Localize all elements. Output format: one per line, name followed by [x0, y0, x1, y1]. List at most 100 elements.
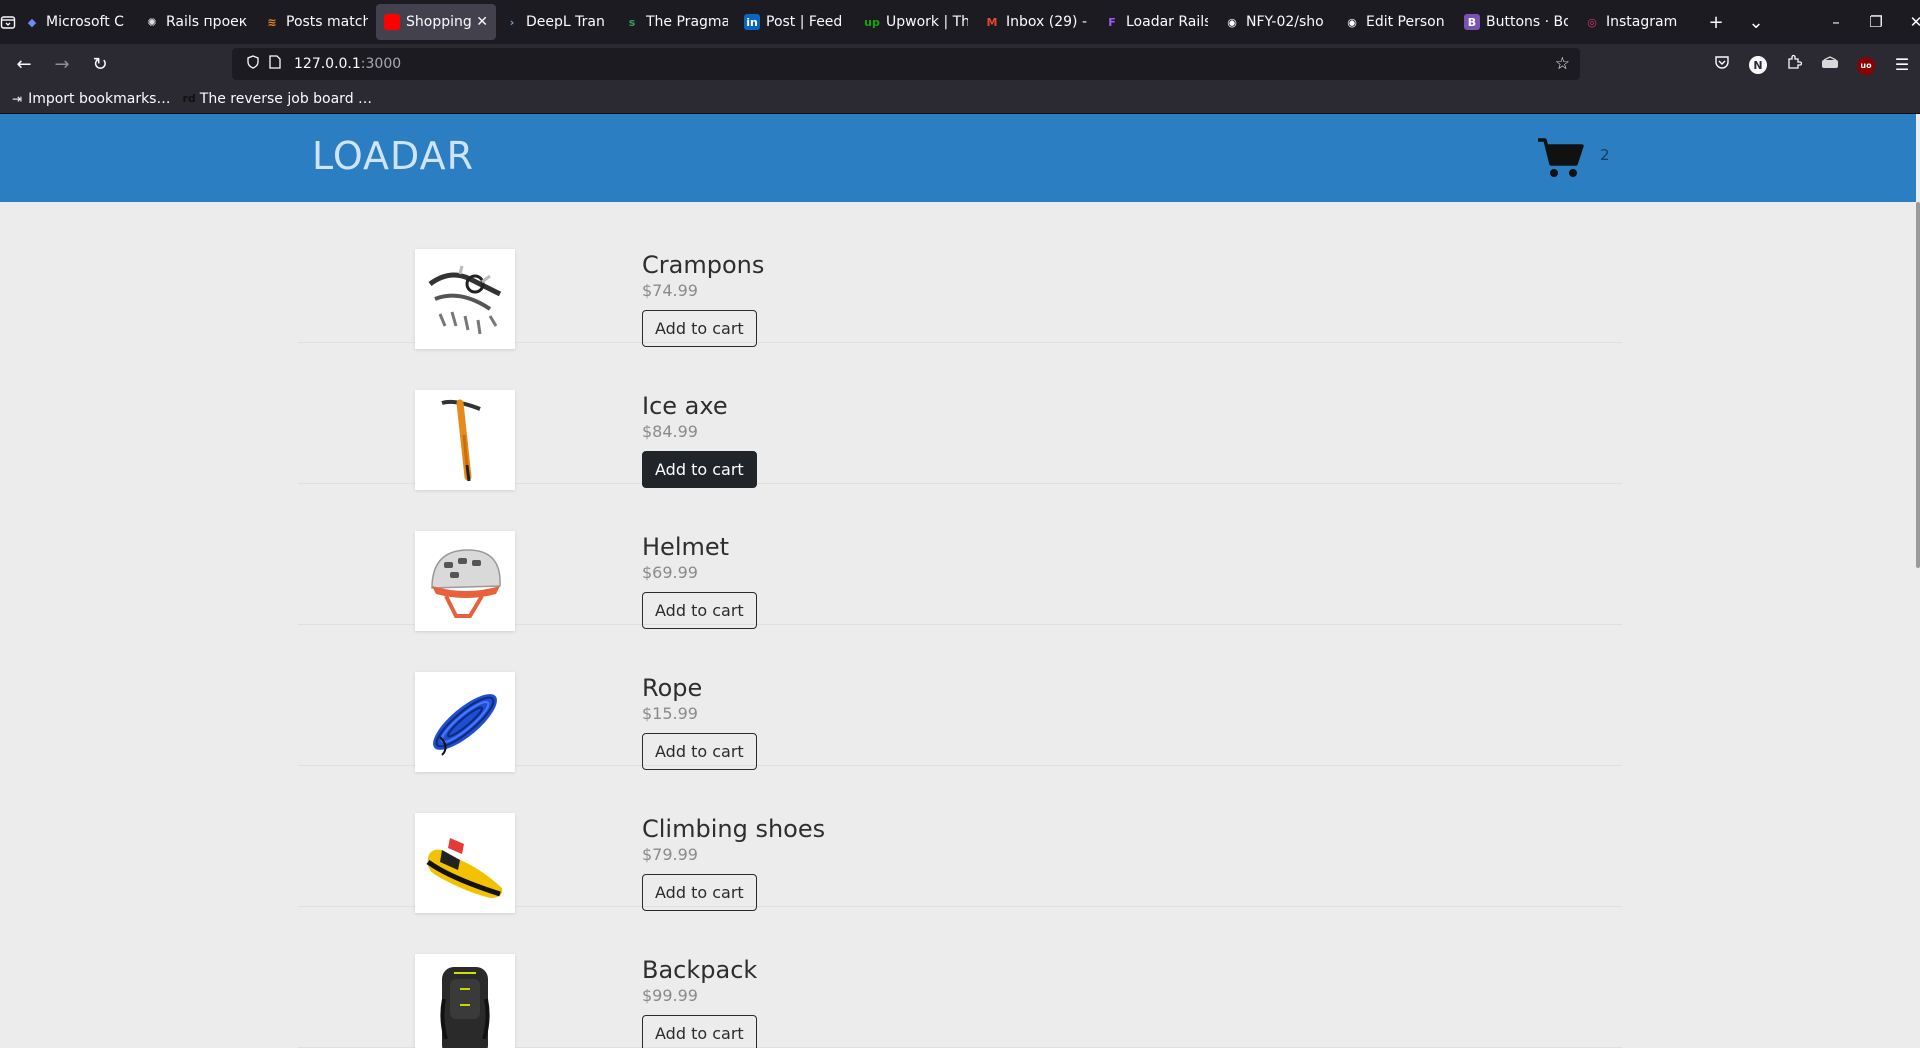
browser-tab[interactable]: ✺ Rails проек — [136, 4, 256, 40]
product-name: Helmet — [642, 533, 730, 561]
page-scrollbar[interactable] — [1916, 114, 1920, 1048]
restore-icon[interactable]: ❐ — [1856, 13, 1896, 31]
import-icon: ⇥ — [12, 91, 23, 106]
brand-logo[interactable]: LOADAR — [312, 134, 474, 178]
tab-title: The Pragma — [646, 14, 728, 30]
browser-tab[interactable]: ◉ Edit Person — [1336, 4, 1456, 40]
tab-title: DeepL Tran — [526, 14, 605, 30]
bookmark-import[interactable]: ⇥ Import bookmarks… — [12, 91, 170, 107]
product-info: Rope $15.99 Add to cart — [642, 673, 757, 770]
add-to-cart-button[interactable]: Add to cart — [642, 451, 757, 488]
url-bar[interactable]: 127.0.0.1:3000 ☆ — [232, 48, 1580, 80]
tab-title: Inbox (29) - — [1006, 14, 1087, 30]
add-to-cart-button[interactable]: Add to cart — [642, 733, 757, 770]
tab-title: Loadar Rails — [1126, 14, 1208, 30]
url-port: :3000 — [360, 56, 402, 72]
notion-icon[interactable]: N — [1740, 54, 1776, 75]
tab-title: Microsoft C — [46, 14, 124, 30]
browser-tabbar: ◆ Microsoft C ✺ Rails проек ≋ Posts match Shop… — [0, 0, 1920, 44]
menu-icon[interactable]: ☰ — [1884, 55, 1920, 74]
browser-tab[interactable]: s The Pragma — [616, 4, 736, 40]
tab-title: Post | Feed — [766, 14, 843, 30]
product-info: Crampons $74.99 Add to cart — [642, 250, 764, 347]
browser-tab[interactable]: Shopping ✕ — [376, 4, 496, 40]
product-price: $84.99 — [642, 422, 698, 441]
close-tab-icon[interactable]: ✕ — [476, 14, 488, 30]
product-image[interactable] — [415, 954, 515, 1048]
browser-tab[interactable]: in Post | Feed — [736, 4, 856, 40]
bookmark-label: Import bookmarks… — [28, 90, 171, 107]
upwork-icon: up — [864, 15, 880, 29]
back-arrow-icon[interactable]: ← — [6, 48, 42, 80]
page-icon[interactable] — [264, 55, 286, 73]
bookmark-label: The reverse job board … — [199, 90, 373, 107]
bootstrap-icon: B — [1464, 14, 1480, 30]
linkedin-icon: in — [744, 14, 760, 30]
browser-tab[interactable]: ◉ NFY-02/sho — [1216, 4, 1336, 40]
scrollbar-thumb[interactable] — [1916, 202, 1920, 568]
browser-tab[interactable]: ≋ Posts match — [256, 4, 376, 40]
product-item: Climbing shoes $79.99 Add to cart — [298, 766, 1622, 913]
add-to-cart-button[interactable]: Add to cart — [642, 1015, 757, 1048]
add-to-cart-button[interactable]: Add to cart — [642, 874, 757, 911]
browser-tab[interactable]: B Buttons · Bo — [1456, 4, 1576, 40]
product-item: Rope $15.99 Add to cart — [298, 625, 1622, 772]
product-item: Backpack $99.99 Add to cart — [298, 907, 1622, 1048]
new-tab-icon[interactable]: + — [1696, 12, 1736, 33]
site-header: LOADAR 2 — [0, 114, 1916, 202]
close-window-icon[interactable]: ✕ — [1896, 13, 1920, 31]
minimize-icon[interactable]: – — [1816, 13, 1856, 31]
tab-list-icon[interactable] — [0, 0, 16, 44]
product-price: $69.99 — [642, 563, 698, 582]
tab-title: Rails проек — [166, 14, 248, 30]
shield-icon[interactable] — [242, 55, 264, 73]
extensions-icon[interactable] — [1776, 54, 1812, 74]
browser-tab[interactable]: ◆ Microsoft C — [16, 4, 136, 40]
product-image[interactable] — [415, 531, 515, 631]
github-icon: ◉ — [1227, 15, 1237, 29]
instagram-icon: ◎ — [1587, 15, 1597, 29]
product-price: $79.99 — [642, 845, 698, 864]
substack-icon: s — [628, 15, 636, 29]
browser-tab[interactable]: ◎ Instagram — [1576, 4, 1696, 40]
copilot-icon: ◆ — [27, 15, 37, 29]
reload-icon[interactable]: ↻ — [82, 48, 118, 80]
product-info: Climbing shoes $79.99 Add to cart — [642, 814, 825, 911]
browser-tab[interactable]: F Loadar Rails — [1096, 4, 1216, 40]
product-image[interactable] — [415, 249, 515, 349]
product-item: Helmet $69.99 Add to cart — [298, 484, 1622, 631]
product-item: Crampons $74.99 Add to cart — [298, 202, 1622, 349]
browser-navbar: ← → ↻ 127.0.0.1:3000 ☆ N uo ☰ — [0, 44, 1920, 84]
bookmark-star-icon[interactable]: ☆ — [1555, 54, 1570, 74]
bookmark-reverse-job-board[interactable]: rd The reverse job board … — [182, 91, 372, 107]
stack-icon: ≋ — [267, 15, 277, 29]
chevron-down-icon[interactable]: ⌄ — [1736, 12, 1776, 33]
pocket-icon[interactable] — [1704, 54, 1740, 74]
product-price: $74.99 — [642, 281, 698, 300]
product-price: $99.99 — [642, 986, 698, 1005]
product-image[interactable] — [415, 813, 515, 913]
add-to-cart-button[interactable]: Add to cart — [642, 592, 757, 629]
cart-icon[interactable] — [1536, 136, 1584, 180]
browser-tabs: ◆ Microsoft C ✺ Rails проек ≋ Posts match Shop… — [16, 0, 1696, 44]
vpn-icon[interactable] — [1812, 55, 1848, 74]
product-info: Backpack $99.99 Add to cart — [642, 955, 757, 1048]
browser-tab[interactable]: up Upwork | Th — [856, 4, 976, 40]
tab-title: Shopping — [406, 14, 472, 30]
product-image[interactable] — [415, 672, 515, 772]
browser-tab[interactable]: M Inbox (29) - — [976, 4, 1096, 40]
tab-title: Buttons · Bo — [1486, 14, 1568, 30]
bookmarks-bar: ⇥ Import bookmarks… rd The reverse job b… — [0, 84, 1920, 114]
forward-arrow-icon[interactable]: → — [44, 48, 80, 80]
browser-tab[interactable]: › DeepL Tran — [496, 4, 616, 40]
product-name: Rope — [642, 674, 703, 702]
cart-count-badge: 2 — [1600, 146, 1610, 164]
tab-title: Upwork | Th — [886, 14, 968, 30]
red-square-icon — [384, 14, 400, 30]
add-to-cart-button[interactable]: Add to cart — [642, 310, 757, 347]
product-name: Ice axe — [642, 392, 728, 420]
product-image[interactable] — [415, 390, 515, 490]
page-content: LOADAR 2 Crampons $74.99 Add to cart Ice ax… — [0, 114, 1916, 1048]
tab-title: NFY-02/sho — [1246, 14, 1324, 30]
ublock-icon[interactable]: uo — [1848, 53, 1884, 75]
